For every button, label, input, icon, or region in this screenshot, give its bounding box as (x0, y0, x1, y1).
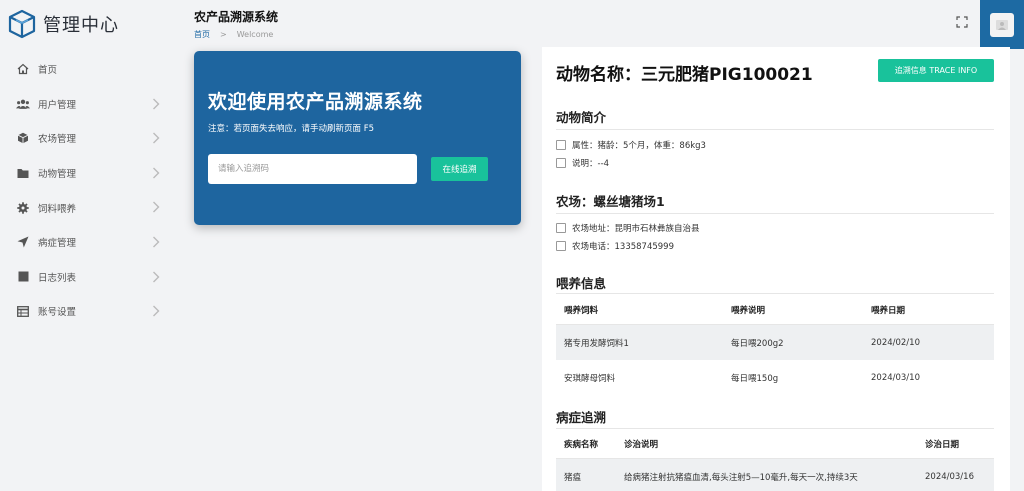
page-title: 农产品溯源系统 (194, 10, 279, 24)
chevron-right-icon (153, 167, 160, 179)
table-cell: 猪瘟 (564, 473, 582, 483)
welcome-note: 注意：若页面失去响应，请手动刷新页面 F5 (208, 124, 375, 134)
user-avatar-icon (996, 19, 1008, 30)
table-header-cell: 疾病名称 (564, 439, 599, 450)
home-icon (16, 62, 30, 76)
sidebar-item-label: 首页 (38, 65, 58, 77)
feeding-table: 喂养饲料 喂养说明 喂养日期 猪专用发酵饲料1 每日喂200g2 2024/02… (556, 295, 994, 395)
table-header-cell: 诊治说明 (624, 439, 659, 450)
chevron-right-icon (153, 305, 160, 317)
animal-attribute-item: 属性：猪龄：5个月，体重：86kg3 (556, 139, 706, 151)
chevron-right-icon (153, 201, 160, 213)
section-divider (556, 293, 994, 294)
table-header-cell: 喂养饲料 (564, 305, 599, 316)
square-icon (16, 270, 30, 284)
table-row: 安琪酵母饲料 每日喂150g 2024/03/10 (556, 360, 994, 395)
sidebar-item-feeding[interactable]: 饲料喂养 (0, 190, 174, 225)
animal-description-item: 说明：--4 (556, 157, 609, 169)
table-cell: 给病猪注射抗猪瘟血清,每头注射5—10毫升,每天一次,持续3天 (624, 473, 858, 483)
table-cell: 每日喂150g (731, 373, 779, 384)
farm-phone-text: 农场电话：13358745999 (572, 242, 674, 252)
table-cell: 2024/03/16 (925, 472, 974, 482)
table-cell: 安琪酵母饲料 (564, 373, 616, 384)
logo[interactable]: 管理中心 (8, 9, 119, 39)
farm-phone-item: 农场电话：13358745999 (556, 240, 674, 252)
cube-logo-icon (8, 9, 36, 39)
table-cell: 2024/02/10 (871, 337, 920, 348)
table-header-cell: 喂养说明 (731, 305, 766, 316)
logo-title: 管理中心 (43, 15, 119, 36)
sidebar-item-account[interactable]: 账号设置 (0, 294, 174, 329)
checkbox[interactable] (556, 140, 566, 150)
sidebar-menu: 首页 用户管理 农场管理 动物管理 饲料喂养 病症管理 日志列表 账号设置 (0, 52, 174, 329)
farm-title: 农场：螺丝塘猪场1 (556, 194, 665, 209)
table-cell: 每日喂200g2 (731, 338, 784, 349)
disease-title: 病症追溯 (556, 410, 607, 425)
top-header: 农产品溯源系统 首页 > Welcome (174, 0, 1024, 49)
sidebar-item-animals[interactable]: 动物管理 (0, 156, 174, 191)
folder-icon (16, 166, 30, 180)
sidebar-item-label: 日志列表 (38, 272, 77, 284)
section-divider (556, 213, 994, 214)
animal-name-title: 动物名称：三元肥猪PIG100021 (556, 65, 813, 85)
fullscreen-icon[interactable] (956, 16, 968, 28)
location-arrow-icon (16, 235, 30, 249)
animal-attribute-text: 属性：猪龄：5个月，体重：86kg3 (572, 141, 706, 151)
sidebar-item-label: 饲料喂养 (38, 203, 77, 215)
welcome-title: 欢迎使用农产品溯源系统 (208, 91, 423, 113)
table-row: 猪专用发酵饲料1 每日喂200g2 2024/02/10 (556, 325, 994, 360)
avatar (990, 12, 1014, 37)
sidebar-item-disease[interactable]: 病症管理 (0, 225, 174, 260)
table-header-cell: 喂养日期 (871, 305, 906, 316)
checkbox[interactable] (556, 241, 566, 251)
online-trace-button[interactable]: 在线追溯 (431, 157, 488, 181)
disease-table: 疾病名称 诊治说明 诊治日期 猪瘟 给病猪注射抗猪瘟血清,每头注射5—10毫升,… (556, 429, 994, 491)
sidebar-item-label: 农场管理 (38, 134, 77, 146)
breadcrumb-separator: > (220, 30, 227, 39)
chevron-right-icon (153, 132, 160, 144)
breadcrumb-current: Welcome (236, 30, 274, 39)
breadcrumb: 首页 > Welcome (194, 29, 273, 40)
welcome-card: 欢迎使用农产品溯源系统 注意：若页面失去响应，请手动刷新页面 F5 在线追溯 (194, 51, 521, 225)
users-icon (16, 97, 30, 111)
farm-address-text: 农场地址：昆明市石林彝族自治县 (572, 224, 700, 234)
animal-intro-title: 动物简介 (556, 110, 607, 125)
sidebar: 管理中心 首页 用户管理 农场管理 动物管理 饲料喂养 病症管理 日志列表 账号… (0, 0, 174, 491)
sidebar-item-home[interactable]: 首页 (0, 52, 174, 87)
sidebar-item-label: 账号设置 (38, 307, 77, 319)
section-divider (556, 129, 994, 130)
table-header-row: 疾病名称 诊治说明 诊治日期 (556, 429, 994, 459)
checkbox[interactable] (556, 223, 566, 233)
trace-code-input[interactable] (208, 154, 417, 184)
chevron-right-icon (153, 271, 160, 283)
gear-icon (16, 201, 30, 215)
checkbox[interactable] (556, 158, 566, 168)
cube-icon (16, 131, 30, 145)
table-cell: 2024/03/10 (871, 372, 920, 383)
farm-address-item: 农场地址：昆明市石林彝族自治县 (556, 222, 700, 234)
sidebar-item-label: 病症管理 (38, 238, 77, 250)
table-icon (16, 304, 30, 318)
breadcrumb-home-link[interactable]: 首页 (194, 30, 210, 39)
sidebar-item-label: 动物管理 (38, 169, 77, 181)
trace-detail-panel: 动物名称：三元肥猪PIG100021 追溯信息 TRACE INFO 动物简介 … (542, 47, 1010, 491)
sidebar-item-users[interactable]: 用户管理 (0, 87, 174, 122)
chevron-right-icon (153, 236, 160, 248)
sidebar-item-logs[interactable]: 日志列表 (0, 260, 174, 295)
trace-info-button[interactable]: 追溯信息 TRACE INFO (878, 59, 994, 82)
feeding-title: 喂养信息 (556, 276, 607, 291)
table-cell: 猪专用发酵饲料1 (564, 338, 629, 349)
avatar-button[interactable] (980, 0, 1024, 49)
animal-description-text: 说明：--4 (572, 159, 610, 169)
sidebar-item-label: 用户管理 (38, 99, 77, 111)
table-header-row: 喂养饲料 喂养说明 喂养日期 (556, 295, 994, 325)
chevron-right-icon (153, 98, 160, 110)
table-row: 猪瘟 给病猪注射抗猪瘟血清,每头注射5—10毫升,每天一次,持续3天 2024/… (556, 459, 994, 491)
sidebar-item-farm[interactable]: 农场管理 (0, 121, 174, 156)
table-header-cell: 诊治日期 (925, 439, 960, 450)
